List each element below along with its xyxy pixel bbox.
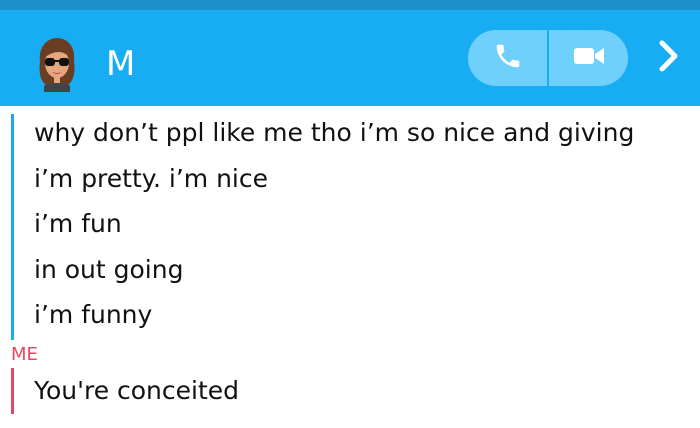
status-strip xyxy=(0,0,700,10)
phone-icon xyxy=(493,41,523,75)
friend-message-bar xyxy=(11,114,14,340)
chat-header: M xyxy=(0,10,700,106)
voice-call-button[interactable] xyxy=(468,30,547,86)
contact-name[interactable]: M xyxy=(106,44,136,84)
friend-message[interactable]: i’m fun xyxy=(34,209,122,238)
friend-message[interactable]: why don’t ppl like me tho i’m so nice an… xyxy=(34,118,634,147)
call-controls xyxy=(468,30,628,86)
my-message-bar xyxy=(11,368,14,414)
sender-label-me: ME xyxy=(11,344,38,365)
friend-message[interactable]: i’m funny xyxy=(34,300,152,329)
bitmoji-avatar-icon[interactable] xyxy=(36,36,78,92)
video-call-button[interactable] xyxy=(549,30,628,86)
video-camera-icon xyxy=(573,45,605,71)
forward-button[interactable] xyxy=(654,38,684,78)
friend-message[interactable]: in out going xyxy=(34,255,183,284)
my-message[interactable]: You're conceited xyxy=(34,376,239,405)
chevron-right-icon xyxy=(658,39,680,77)
conversation-area[interactable]: why don’t ppl like me tho i’m so nice an… xyxy=(0,106,700,428)
friend-message[interactable]: i’m pretty. i’m nice xyxy=(34,164,268,193)
